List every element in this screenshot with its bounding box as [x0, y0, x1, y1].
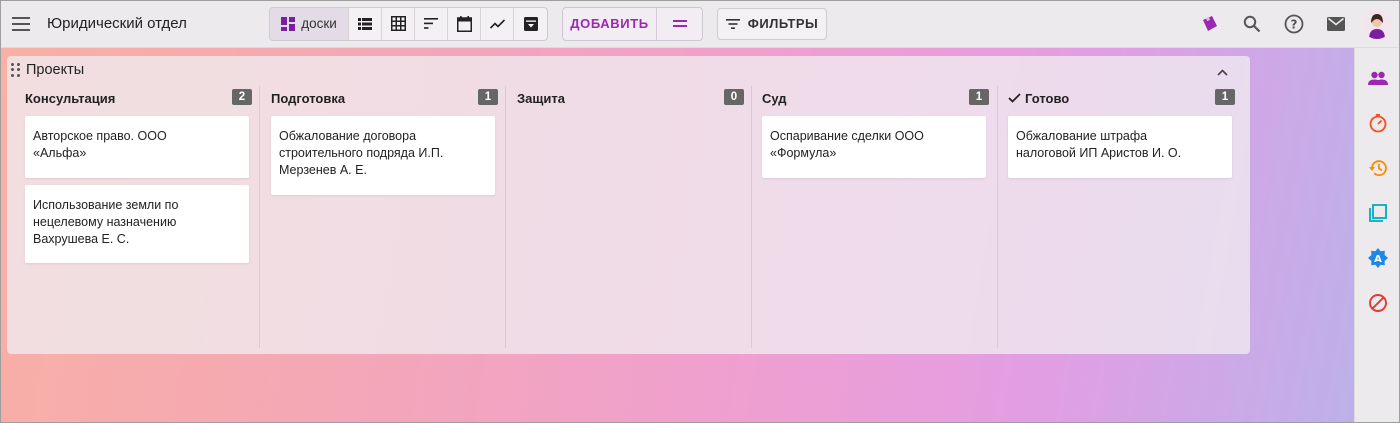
column-count-badge: 0 [724, 89, 744, 105]
filters-label: ФИЛЬТРЫ [747, 16, 819, 31]
filter-icon [725, 18, 740, 29]
view-boards-label: доски [301, 16, 337, 31]
column-header: Готово 1 [1008, 89, 1235, 106]
chart-icon [489, 18, 505, 29]
sidebar-timer-button[interactable] [1366, 111, 1390, 135]
sidebar-badge-button[interactable]: A [1366, 246, 1390, 270]
top-bar: Юридический отдел доски ДОБАВИТЬ ФИЛЬТРЫ… [0, 0, 1400, 48]
column-title: Консультация [25, 90, 116, 106]
svg-text:?: ? [1291, 18, 1298, 32]
menu-icon[interactable] [12, 12, 36, 36]
board-header: Проекты [11, 62, 84, 78]
right-sidebar: A [1354, 48, 1400, 423]
app-title: Юридический отдел [47, 15, 187, 32]
search-button[interactable] [1236, 8, 1268, 40]
column-title-wrap: Готово [1008, 91, 1069, 106]
list-icon [358, 17, 372, 30]
header-actions: ? [1184, 8, 1392, 40]
column-court: Суд 1 Оспаривание сделки ООО «Формула» [744, 89, 989, 348]
column-done: Готово 1 Обжалование штрафа налоговой ИП… [990, 89, 1235, 348]
help-button[interactable]: ? [1278, 8, 1310, 40]
add-group: ДОБАВИТЬ [562, 6, 703, 41]
column-header: Защита 0 [517, 89, 744, 106]
view-list-button[interactable] [349, 7, 382, 40]
task-card[interactable]: Оспаривание сделки ООО «Формула» [762, 116, 986, 178]
column-header: Суд 1 [762, 89, 989, 106]
column-defense: Защита 0 [499, 89, 744, 348]
sidebar-people-button[interactable] [1366, 66, 1390, 90]
view-switcher: доски [269, 6, 548, 41]
history-icon [1369, 160, 1387, 176]
archive-icon [523, 16, 538, 31]
tag-button[interactable] [1194, 8, 1226, 40]
avatar[interactable] [1362, 9, 1392, 39]
column-count-badge: 2 [232, 89, 252, 105]
view-table-button[interactable] [382, 7, 415, 40]
column-preparation: Подготовка 1 Обжалование договора строит… [253, 89, 498, 348]
column-header: Консультация 2 [25, 89, 252, 106]
user-avatar-icon [1362, 9, 1392, 39]
block-icon [1369, 294, 1387, 312]
drag-handle-icon[interactable] [11, 63, 21, 77]
column-title: Подготовка [271, 90, 346, 106]
view-sort-button[interactable] [415, 7, 448, 40]
badge-a-icon: A [1368, 248, 1388, 268]
view-boards-button[interactable]: доски [270, 7, 349, 40]
add-options-button[interactable] [657, 8, 702, 40]
view-chart-button[interactable] [481, 7, 514, 40]
task-card[interactable]: Использование земли по нецелевому назнач… [25, 185, 249, 263]
dashboard-icon [281, 16, 296, 31]
svg-text:A: A [1374, 254, 1382, 265]
view-archive-button[interactable] [514, 8, 547, 40]
add-button[interactable]: ДОБАВИТЬ [563, 7, 657, 40]
people-icon [1368, 71, 1388, 85]
grid-icon [390, 16, 406, 31]
timer-icon [1369, 114, 1387, 133]
board-title: Проекты [26, 62, 85, 78]
column-count-badge: 1 [1215, 89, 1235, 105]
sidebar-block-button[interactable] [1366, 291, 1390, 315]
task-card[interactable]: Авторское право. ООО «Альфа» [25, 116, 249, 178]
tag-icon [1203, 16, 1217, 31]
collapse-button[interactable] [1212, 62, 1232, 82]
column-header: Подготовка 1 [271, 89, 498, 106]
search-icon [1243, 15, 1261, 33]
calendar-icon [456, 15, 472, 32]
mail-icon [1327, 17, 1345, 31]
sidebar-layers-button[interactable] [1366, 201, 1390, 225]
column-title: Защита [517, 90, 565, 106]
mail-button[interactable] [1320, 8, 1352, 40]
chevron-up-icon [1216, 68, 1228, 76]
filters-button[interactable]: ФИЛЬТРЫ [717, 7, 827, 40]
column-count-badge: 1 [969, 89, 989, 105]
help-icon: ? [1284, 14, 1304, 34]
task-card[interactable]: Обжалование договора строительного подря… [271, 116, 495, 195]
view-calendar-button[interactable] [448, 7, 481, 40]
layers-icon [1369, 204, 1387, 222]
check-icon [1008, 93, 1021, 103]
board-panel: Проекты Консультация 2 Авторское право. … [7, 56, 1250, 354]
task-card[interactable]: Обжалование штрафа налоговой ИП Аристов … [1008, 116, 1232, 178]
column-consultation: Консультация 2 Авторское право. ООО «Аль… [7, 89, 252, 348]
column-title: Суд [762, 90, 787, 106]
column-title: Готово [1025, 90, 1070, 106]
column-count-badge: 1 [478, 89, 498, 105]
equals-icon [672, 19, 687, 27]
sort-icon [424, 18, 438, 29]
sidebar-history-button[interactable] [1366, 156, 1390, 180]
